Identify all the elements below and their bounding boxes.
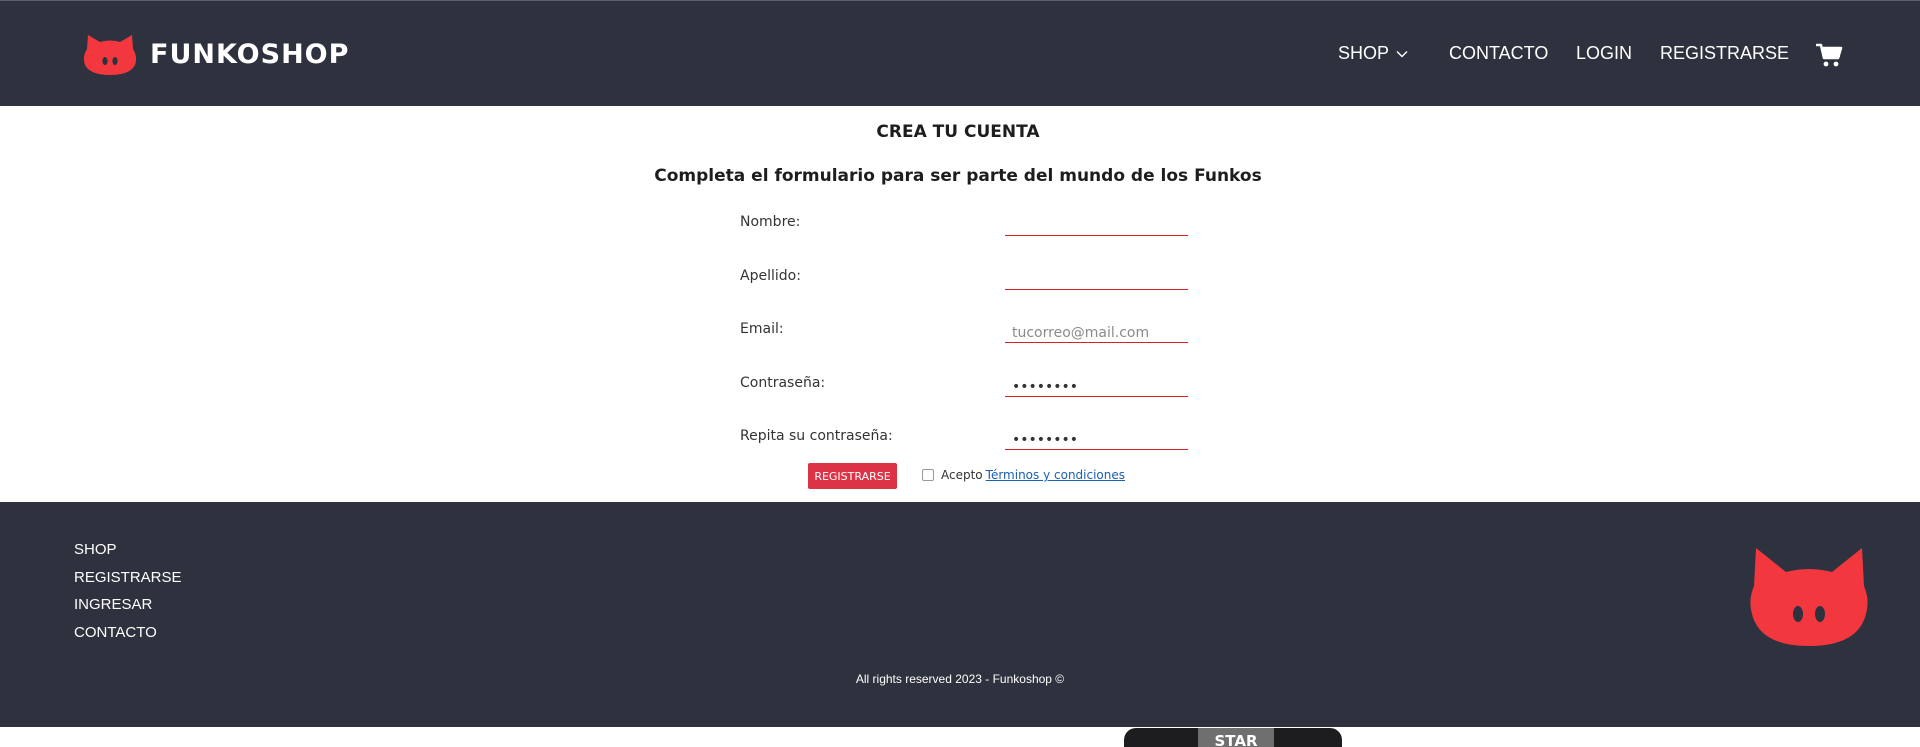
nav-shop-label: SHOP [1338,43,1390,63]
site-footer: SHOP REGISTRARSE INGRESAR CONTACTO All r… [0,502,1920,727]
page-title: CREA TU CUENTA [876,122,1040,142]
form-row-password-repeat: Repita su contraseña: [740,424,1188,454]
footer-link-register[interactable]: REGISTRARSE [74,564,182,592]
product-image-teaser: STAR [1124,728,1342,747]
apellido-label: Apellido: [740,268,801,284]
form-row-nombre: Nombre: [740,210,1188,240]
nav-register[interactable]: REGISTRARSE [1660,43,1789,64]
terms-prefix: Acepto [941,468,983,482]
password-repeat-input[interactable] [1005,424,1188,450]
terms-agreement: Acepto Términos y condiciones [922,468,1125,482]
footer-nav: SHOP REGISTRARSE INGRESAR CONTACTO [74,536,182,646]
nav-shop[interactable]: SHOP [1338,43,1408,64]
nav-contact[interactable]: CONTACTO [1449,43,1548,64]
brand-logo[interactable]: FUNKOSHOP [82,31,349,77]
funko-cat-icon [83,35,137,75]
email-label: Email: [740,321,784,337]
terms-checkbox[interactable] [922,469,934,481]
cart-icon[interactable] [1815,42,1843,68]
password-label: Contraseña: [740,375,826,391]
apellido-input[interactable] [1005,264,1188,290]
nombre-label: Nombre: [740,214,801,230]
site-header: FUNKOSHOP SHOP CONTACTO LOGIN REGISTRARS… [0,0,1920,106]
footer-link-contact[interactable]: CONTACTO [74,619,182,647]
nombre-input[interactable] [1005,210,1188,236]
teaser-label: STAR [1198,728,1274,747]
copyright-text: All rights reserved 2023 - Funkoshop © [855,672,1065,686]
page-bottom [0,727,1920,747]
nav-login[interactable]: LOGIN [1576,43,1632,64]
form-row-password: Contraseña: [740,371,1188,401]
register-section: CREA TU CUENTA Completa el formulario pa… [0,106,1920,502]
form-row-email: Email: [740,317,1188,347]
register-button[interactable]: REGISTRARSE [808,463,897,489]
terms-link[interactable]: Términos y condiciones [986,468,1125,482]
email-input[interactable] [1005,317,1188,343]
page-subtitle: Completa el formulario para ser parte de… [654,166,1262,186]
brand-name: FUNKOSHOP [150,38,350,70]
footer-link-login[interactable]: INGRESAR [74,591,182,619]
chevron-down-icon [1396,50,1408,57]
footer-link-shop[interactable]: SHOP [74,536,182,564]
password-repeat-label: Repita su contraseña: [740,428,893,444]
form-row-apellido: Apellido: [740,264,1188,294]
funko-cat-icon [1750,548,1868,646]
password-input[interactable] [1005,371,1188,397]
